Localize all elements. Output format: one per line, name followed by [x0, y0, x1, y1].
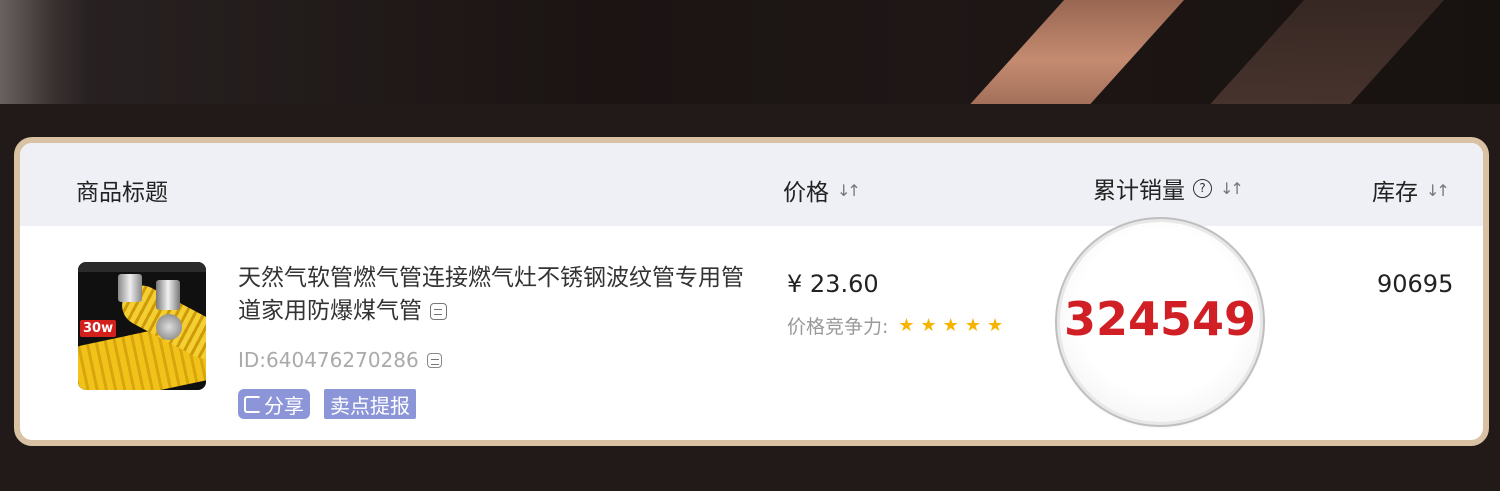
- selling-point-report-label: 卖点提报: [330, 393, 410, 418]
- column-header-price-label: 价格: [783, 180, 829, 206]
- banner-stripe: [937, 0, 1203, 104]
- help-icon[interactable]: ?: [1193, 178, 1212, 198]
- product-table-card: 商品标题 价格 ↓↑ 累计销量 ? ↓↑ 库存 ↓↑ 30w 天然气软管燃气管连…: [14, 137, 1489, 446]
- thumbnail-badge: 30w: [80, 320, 117, 337]
- price-competitiveness-label: 价格竞争力:: [787, 316, 889, 338]
- top-banner: [0, 0, 1500, 104]
- share-icon: [244, 395, 261, 413]
- column-header-title-label: 商品标题: [76, 180, 168, 206]
- thumbnail-fitting: [156, 314, 182, 340]
- copy-icon[interactable]: [426, 352, 442, 368]
- product-tags: 分享 卖点提报: [238, 389, 416, 419]
- column-header-title: 商品标题: [76, 173, 168, 207]
- price-competitiveness: 价格竞争力: ★★★★★: [787, 312, 1009, 339]
- column-header-stock[interactable]: 库存 ↓↑: [1372, 173, 1450, 207]
- star-icon: ★★★★★: [898, 315, 1010, 336]
- banner-stripe-dark: [1177, 0, 1463, 104]
- product-id: ID:640476270286: [238, 348, 442, 372]
- banner-glow: [0, 0, 90, 104]
- sort-icon[interactable]: ↓↑: [1220, 179, 1244, 198]
- table-row: 30w 天然气软管燃气管连接燃气灶不锈钢波纹管专用管道家用防爆煤气管 ID:64…: [20, 226, 1483, 440]
- sort-icon[interactable]: ↓↑: [1426, 181, 1450, 200]
- column-header-sales-label: 累计销量: [1093, 178, 1185, 204]
- product-thumbnail[interactable]: 30w: [78, 262, 206, 390]
- column-header-price[interactable]: 价格 ↓↑: [783, 173, 861, 207]
- product-title-text[interactable]: 天然气软管燃气管连接燃气灶不锈钢波纹管专用管道家用防爆煤气管: [238, 265, 744, 324]
- share-button-label: 分享: [264, 393, 304, 418]
- thumbnail-fitting: [118, 274, 142, 302]
- sales-total: 324549: [1063, 292, 1257, 346]
- column-header-stock-label: 库存: [1372, 180, 1418, 206]
- product-title[interactable]: 天然气软管燃气管连接燃气灶不锈钢波纹管专用管道家用防爆煤气管: [238, 262, 758, 328]
- copy-icon[interactable]: [430, 303, 447, 320]
- product-id-text: ID:640476270286: [238, 348, 419, 372]
- column-header-sales[interactable]: 累计销量 ? ↓↑: [1093, 171, 1244, 205]
- share-button[interactable]: 分享: [238, 389, 310, 419]
- product-price: ¥ 23.60: [787, 270, 879, 298]
- product-stock: 90695: [1377, 270, 1454, 298]
- thumbnail-fitting: [156, 280, 180, 310]
- table-header: 商品标题 价格 ↓↑ 累计销量 ? ↓↑ 库存 ↓↑: [20, 143, 1483, 226]
- selling-point-report-button[interactable]: 卖点提报: [324, 389, 416, 419]
- thumbnail-banner: [78, 262, 206, 272]
- sort-icon[interactable]: ↓↑: [837, 181, 861, 200]
